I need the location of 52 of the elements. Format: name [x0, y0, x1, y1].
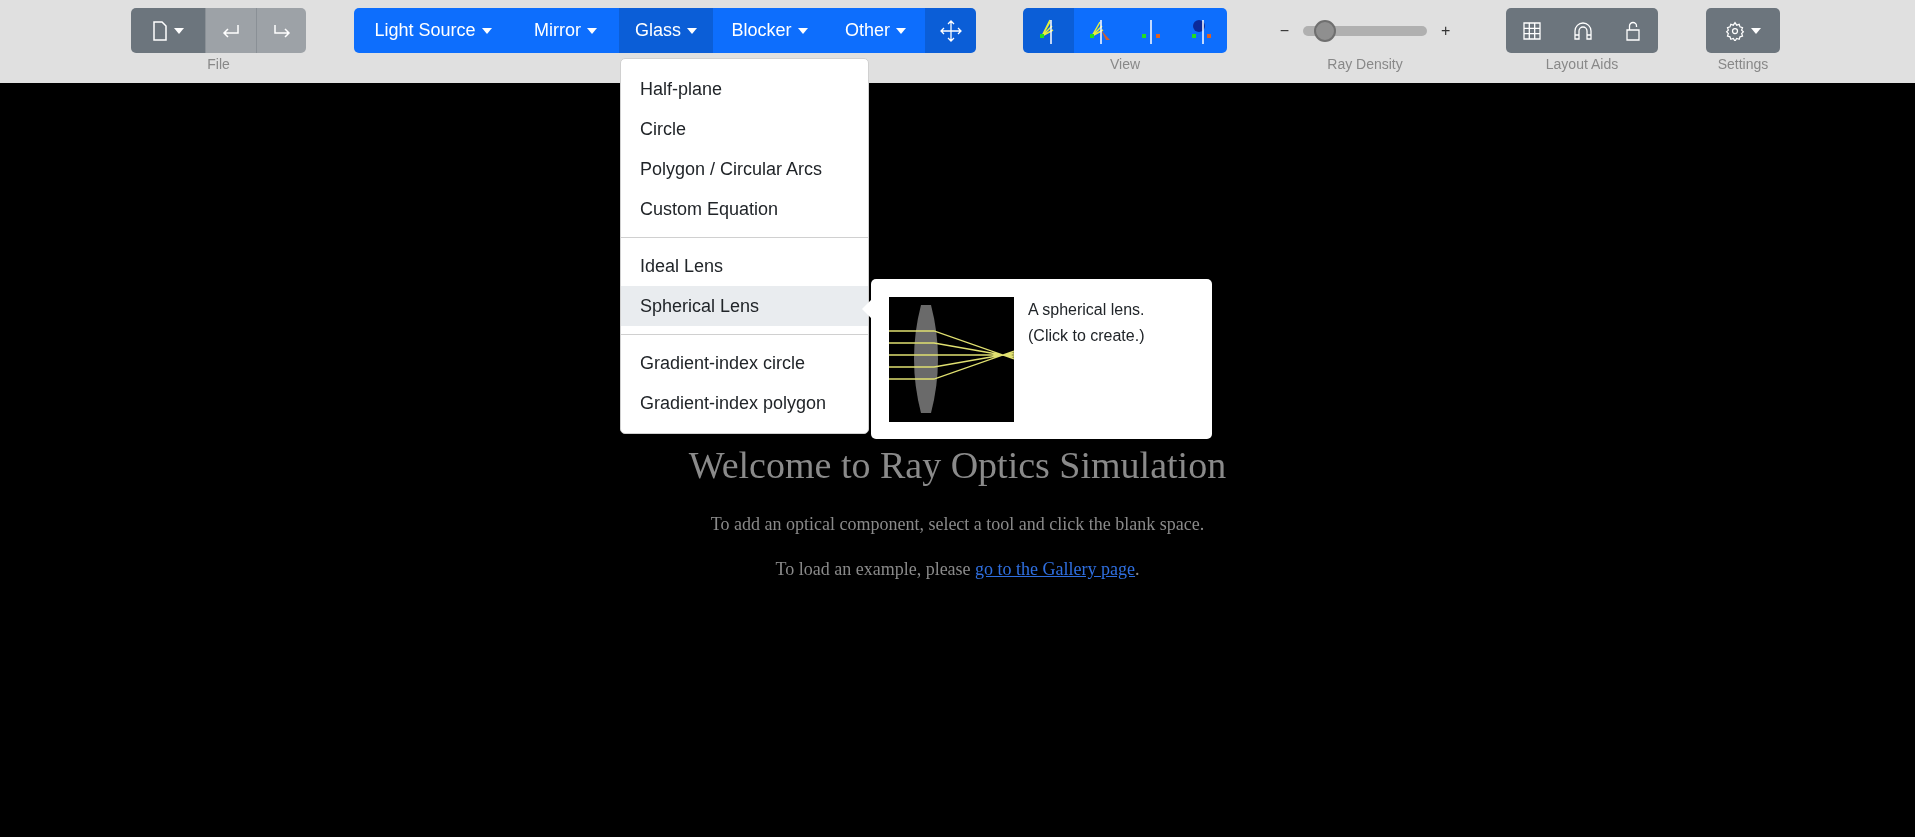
tool-menu-button[interactable]: Blocker [713, 8, 826, 53]
gallery-link[interactable]: go to the Gallery page [975, 559, 1136, 579]
slider-thumb[interactable] [1313, 19, 1336, 42]
caret-icon [1751, 27, 1761, 34]
move-button[interactable] [925, 8, 976, 53]
group-label: Layout Aids [1545, 56, 1619, 72]
settings-icon [1725, 20, 1745, 41]
menu-item[interactable]: Custom Equation [621, 189, 868, 229]
tool-menu-button[interactable]: Other [826, 8, 925, 53]
caret-icon [687, 27, 697, 34]
group-label: View [1109, 56, 1141, 72]
view-mode-button[interactable] [1176, 8, 1227, 53]
menu-item[interactable]: Polygon / Circular Arcs [621, 149, 868, 189]
caret-icon [174, 27, 184, 34]
observer-icon [1189, 17, 1214, 44]
group-label: Ray Density [1327, 56, 1403, 72]
plus-label: + [1441, 20, 1451, 41]
menu-item[interactable]: Circle [621, 109, 868, 149]
move-icon [939, 19, 962, 42]
images-icon [1139, 17, 1162, 44]
extended-rays-icon [1087, 17, 1112, 44]
ray-density-slider[interactable] [1303, 19, 1427, 42]
undo-icon [221, 23, 241, 38]
tooltip-text: (Click to create.) [1028, 326, 1145, 346]
redo-icon [271, 23, 292, 38]
caret-icon [896, 27, 906, 34]
menu-item[interactable]: Spherical Lens [621, 286, 868, 326]
file-menu-button[interactable] [131, 8, 205, 53]
tooltip-text: A spherical lens. [1028, 300, 1145, 320]
caret-icon [481, 27, 492, 34]
tool-menu-button[interactable]: Glass [619, 8, 713, 53]
lock-icon [1626, 20, 1640, 41]
menu-item[interactable]: Half-plane [621, 69, 868, 109]
grid-icon [1522, 21, 1541, 40]
menu-item[interactable]: Ideal Lens [621, 246, 868, 286]
minus-label: − [1279, 20, 1289, 41]
gallery-instruction: To load an example, please go to the Gallery page. [775, 558, 1140, 581]
caret-icon [587, 27, 597, 34]
group-label: File [207, 56, 230, 72]
menu-item[interactable]: Gradient-index polygon [621, 383, 868, 423]
caret-icon [797, 27, 808, 34]
tool-menu-button[interactable]: Light Source [354, 8, 512, 53]
settings-button[interactable] [1706, 8, 1780, 53]
welcome-title: Welcome to Ray Optics Simulation [688, 443, 1227, 487]
welcome-instruction: To add an optical component, select a tool and click the blank space. [710, 513, 1205, 536]
view-mode-button[interactable] [1023, 8, 1074, 53]
magnet-icon [1572, 21, 1593, 40]
tool-menu-button[interactable]: Mirror [512, 8, 619, 53]
menu-item[interactable]: Gradient-index circle [621, 343, 868, 383]
group-label: Settings [1717, 56, 1769, 72]
file-icon [152, 20, 168, 41]
view-mode-button[interactable] [1074, 8, 1125, 53]
